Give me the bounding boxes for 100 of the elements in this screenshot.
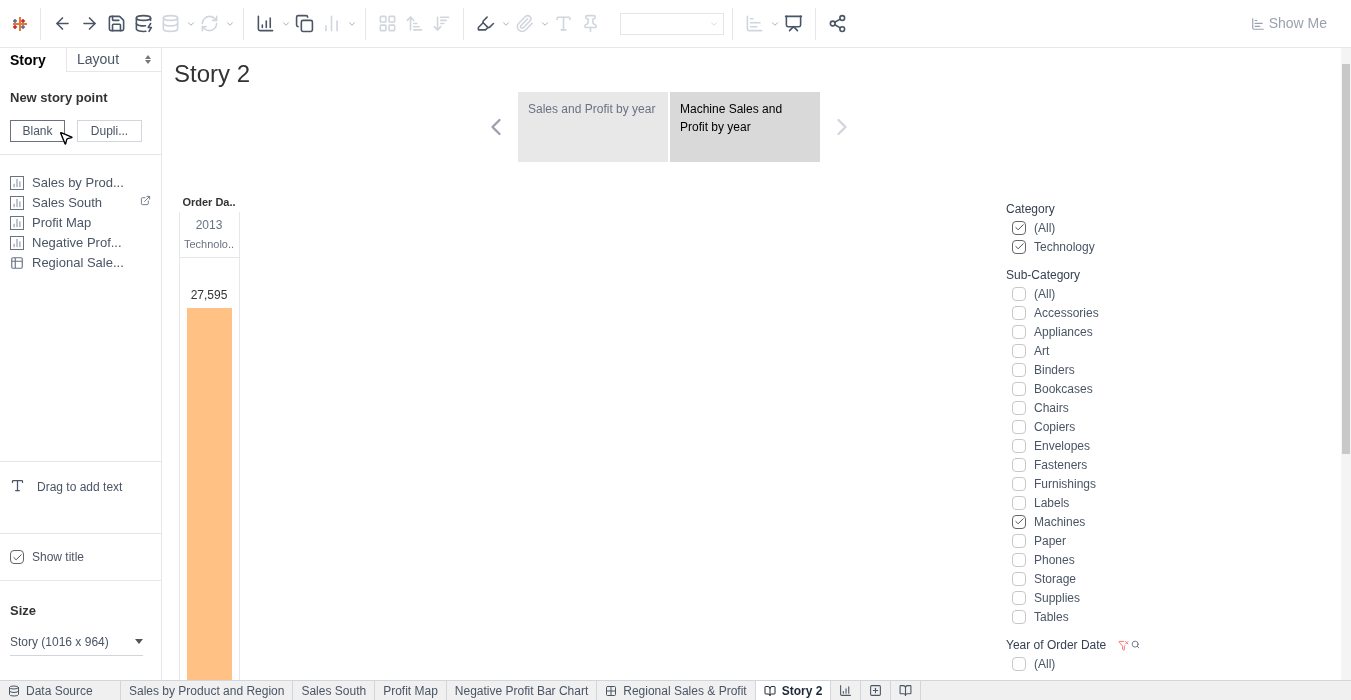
category-header: Technolo.. bbox=[179, 234, 239, 258]
paperclip-icon bbox=[515, 14, 534, 33]
filter-option-label: Accessories bbox=[1034, 304, 1099, 322]
chart-plus-icon bbox=[839, 684, 853, 697]
pin-icon bbox=[581, 14, 600, 33]
chart-icon bbox=[10, 196, 24, 210]
filter-option-label: Labels bbox=[1034, 494, 1070, 512]
story-title: Story 2 bbox=[173, 59, 252, 89]
filter-option-label: Chairs bbox=[1034, 399, 1069, 417]
chart-icon bbox=[1250, 16, 1265, 31]
checkbox[interactable] bbox=[1012, 362, 1026, 377]
filter-option-label: (All) bbox=[1034, 285, 1056, 303]
share-icon bbox=[828, 14, 847, 33]
fit-dropdown[interactable] bbox=[620, 12, 724, 35]
clear-filter-icon[interactable] bbox=[1118, 639, 1130, 651]
checkbox[interactable] bbox=[1012, 324, 1026, 339]
logo-icon bbox=[12, 15, 28, 32]
up-down-arrows-icon bbox=[145, 55, 151, 64]
value-label: 27,595 bbox=[190, 286, 228, 304]
checkbox[interactable] bbox=[1012, 305, 1026, 320]
search-icon[interactable] bbox=[1131, 639, 1141, 649]
panel-tab[interactable]: Story bbox=[0, 48, 66, 72]
sheet-item[interactable]: Sales by Prod... bbox=[10, 174, 151, 192]
sheet-item[interactable]: Negative Prof... bbox=[10, 234, 151, 252]
scrollbar[interactable] bbox=[1341, 48, 1351, 680]
book-icon bbox=[899, 684, 913, 697]
checkbox[interactable] bbox=[1012, 571, 1026, 586]
sheet-tab[interactable]: Regional Sales & Profit bbox=[597, 681, 756, 700]
cursor-icon bbox=[58, 129, 74, 146]
column-header: Order Da.. bbox=[182, 195, 236, 210]
chart-icon bbox=[10, 176, 24, 190]
filter-option-label: Furnishings bbox=[1034, 475, 1097, 493]
checkbox[interactable] bbox=[1012, 381, 1026, 396]
size-dropdown[interactable]: Story (1016 x 964) bbox=[10, 632, 143, 656]
sheet-tab[interactable]: Profit Map bbox=[375, 681, 447, 700]
checkbox[interactable] bbox=[1012, 457, 1026, 472]
filter-option-label: Tables bbox=[1034, 608, 1069, 626]
duplicate-icon bbox=[295, 14, 314, 33]
sheet-tab[interactable]: Data Source bbox=[0, 681, 121, 700]
caret-icon bbox=[135, 639, 143, 644]
chart-icon bbox=[10, 236, 24, 250]
filter-option-label: Art bbox=[1034, 342, 1050, 360]
checkbox-label: Show title bbox=[32, 549, 85, 566]
story-point-button[interactable]: Dupli... bbox=[77, 119, 142, 142]
drag-text-label: Drag to add text bbox=[37, 479, 123, 496]
save-icon bbox=[107, 14, 126, 33]
sheet-tab[interactable]: Negative Profit Bar Chart bbox=[446, 681, 598, 700]
checkbox[interactable] bbox=[1012, 590, 1026, 605]
sheet-tab[interactable]: Story 2 bbox=[755, 681, 832, 700]
undo-icon bbox=[53, 14, 72, 33]
story-point[interactable]: Machine Sales and Profit by year bbox=[670, 92, 820, 162]
refresh-icon bbox=[200, 14, 219, 33]
database-icon bbox=[161, 14, 180, 33]
checkbox[interactable] bbox=[1012, 533, 1026, 548]
filter-title: Year of Order Date bbox=[1006, 637, 1107, 654]
chart-icon bbox=[10, 216, 24, 230]
checkbox[interactable] bbox=[1012, 438, 1026, 453]
presentation-icon bbox=[784, 14, 803, 33]
checkbox[interactable] bbox=[1012, 419, 1026, 434]
filter-option-label: (All) bbox=[1034, 655, 1056, 673]
checkbox[interactable] bbox=[1012, 495, 1026, 510]
checkbox[interactable] bbox=[1012, 400, 1026, 415]
checkbox[interactable] bbox=[1012, 476, 1026, 491]
checkbox[interactable] bbox=[1012, 343, 1026, 358]
filter-option-label: Appliances bbox=[1034, 323, 1093, 341]
story-point-button[interactable]: Blank bbox=[10, 119, 65, 142]
story-point[interactable]: Sales and Profit by year bbox=[518, 92, 668, 162]
database-icon bbox=[8, 684, 20, 697]
check-icon bbox=[11, 551, 23, 563]
new-datasource-icon bbox=[134, 14, 153, 33]
section-heading: New story point bbox=[10, 89, 109, 107]
filter-option-label: Binders bbox=[1034, 361, 1075, 379]
grid-icon bbox=[605, 684, 618, 697]
checkbox[interactable] bbox=[1012, 609, 1026, 624]
section-heading: Size bbox=[10, 602, 37, 620]
panel-tab[interactable]: Layout bbox=[66, 48, 161, 72]
checkbox[interactable] bbox=[1012, 286, 1026, 301]
checkbox[interactable] bbox=[1012, 514, 1026, 529]
sheet-item[interactable]: Profit Map bbox=[10, 214, 151, 232]
filter-option-label: Paper bbox=[1034, 532, 1067, 550]
checkbox[interactable] bbox=[1012, 239, 1026, 254]
sheet-item[interactable]: Regional Sale... bbox=[10, 254, 151, 272]
open-link-icon bbox=[140, 194, 151, 206]
table-icon bbox=[10, 256, 24, 270]
checkbox[interactable] bbox=[1012, 656, 1026, 671]
checkbox[interactable] bbox=[1012, 220, 1026, 235]
new-sheet-icon bbox=[256, 14, 275, 33]
sheet-item[interactable]: Sales South bbox=[10, 194, 151, 212]
highlighter-icon bbox=[476, 14, 495, 33]
filter-option-label: Technology bbox=[1034, 238, 1095, 256]
sheet-tab[interactable]: Sales South bbox=[293, 681, 376, 700]
checkbox[interactable] bbox=[1012, 552, 1026, 567]
filter-option-label: Supplies bbox=[1034, 589, 1081, 607]
redo-icon bbox=[80, 14, 99, 33]
checkbox[interactable] bbox=[10, 550, 24, 564]
sheet-tab[interactable]: Sales by Product and Region bbox=[121, 681, 294, 700]
book-icon bbox=[763, 684, 776, 697]
check-icon bbox=[1013, 222, 1025, 233]
filter-option-label: Copiers bbox=[1034, 418, 1076, 436]
sort-descending-icon bbox=[432, 14, 451, 33]
